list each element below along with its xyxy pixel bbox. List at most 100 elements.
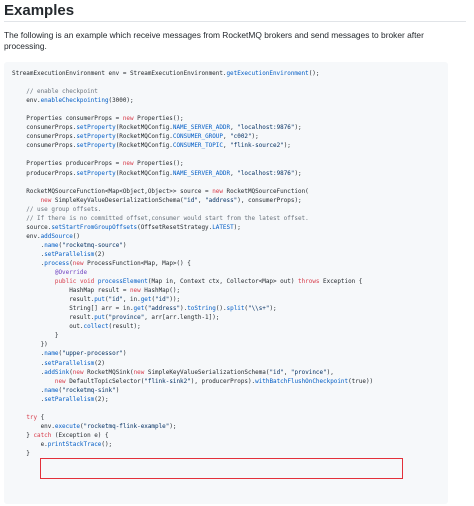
code-line: Properties producerProps = new Propertie… — [12, 159, 373, 168]
code-line: }) — [12, 340, 373, 349]
code-token: name — [44, 350, 59, 358]
code-line: Properties consumerProps = new Propertie… — [12, 114, 373, 123]
code-line: } — [12, 449, 373, 458]
code-token: Properties consumerProps = — [12, 115, 123, 123]
code-token: DefaultTopicSelector( — [65, 377, 145, 385]
code-token: . — [12, 250, 45, 258]
code-token: (2) — [94, 359, 105, 367]
code-token: (); — [308, 70, 320, 77]
code-token: execute — [54, 422, 80, 430]
code-token: Exception { — [319, 278, 363, 286]
code-token: RocketMQSink( — [83, 368, 134, 376]
code-token: () — [72, 232, 80, 240]
code-token: "rocketmq-sink" — [62, 386, 116, 394]
code-token: getExecutionEnvironment — [226, 70, 309, 77]
code-token: ), producerProps). — [190, 377, 256, 385]
code-token: (RocketMQConfig. — [115, 142, 173, 150]
code-token: name — [44, 386, 59, 394]
code-token: new — [72, 368, 84, 376]
code-line: new SimpleKeyValueDeserializationSchema(… — [12, 196, 373, 205]
code-token: collect — [83, 323, 109, 331]
code-token: "id" — [269, 368, 284, 376]
heading-divider — [4, 21, 466, 22]
code-line: .name("rocketmq-source") — [12, 241, 373, 250]
code-token: env. — [12, 422, 55, 430]
code-token: . — [12, 395, 45, 403]
code-token: "id" — [155, 296, 170, 304]
code-token: , — [197, 196, 206, 204]
code-token: setStartFromGroupOffsets — [51, 223, 138, 231]
code-line: // enable checkpoint — [12, 87, 373, 96]
code-token: Properties producerProps = — [12, 160, 123, 168]
code-line: .setParallelism(2) — [12, 359, 373, 368]
code-token: // enable checkpoint — [12, 88, 98, 96]
code-token: source. — [12, 223, 52, 231]
code-line: .process(new ProcessFunction<Map, Map>()… — [12, 259, 373, 268]
code-line: consumerProps.setProperty(RocketMQConfig… — [12, 132, 373, 141]
code-token: CONSUMER_TOPIC — [172, 142, 223, 150]
code-token: . — [12, 259, 45, 267]
code-block[interactable]: StreamExecutionEnvironment env = StreamE… — [4, 62, 448, 504]
code-token: consumerProps. — [12, 133, 77, 141]
code-token: (true)) — [348, 377, 374, 385]
code-line: consumerProps.setProperty(RocketMQConfig… — [12, 141, 373, 150]
code-token: NAME_SERVER_ADDR — [172, 124, 231, 132]
code-token: setProperty — [76, 142, 116, 150]
code-token: ); — [233, 223, 241, 231]
code-token: . — [12, 386, 45, 394]
code-line: public void processElement(Map in, Conte… — [12, 277, 373, 286]
code-line: .addSink(new RocketMQSink(new SimpleKeyV… — [12, 368, 373, 377]
code-line: } catch (Exception e) { — [12, 431, 373, 440]
code-token: put — [94, 296, 105, 304]
code-token: setProperty — [76, 124, 116, 132]
code-token: ), — [326, 368, 334, 376]
code-line: .setParallelism(2) — [12, 250, 373, 259]
code-token: new — [212, 187, 223, 195]
code-token: "upper-processor" — [62, 350, 123, 358]
intro-paragraph: The following is an example which receiv… — [4, 30, 424, 52]
code-token: ); — [283, 142, 291, 150]
code-token: "c002" — [230, 133, 252, 141]
code-token: (OffsetResetStrategy. — [137, 223, 213, 231]
code-token: ) — [115, 386, 120, 394]
code-token: (2); — [94, 395, 109, 403]
code-token: withBatchFlushOnCheckpoint — [255, 377, 349, 385]
code-token: addSink — [44, 368, 70, 376]
code-token: . — [12, 241, 45, 249]
code-token: . — [12, 368, 45, 376]
code-token: name — [44, 241, 59, 249]
code-token: "id" — [108, 296, 123, 304]
code-token: } — [12, 449, 30, 457]
code-token: }) — [12, 341, 48, 349]
code-token: setParallelism — [44, 395, 95, 403]
code-token: ProcessFunction<Map, Map>() { — [83, 259, 191, 267]
code-token: (). — [215, 305, 227, 313]
code-token: (Exception e) { — [51, 431, 109, 439]
code-token: catch — [33, 431, 52, 439]
code-token: SimpleKeyValueSerializationSchema( — [144, 368, 270, 376]
code-line: RocketMQSourceFunction<Map<Object,Object… — [12, 187, 373, 196]
code-token: (); — [101, 440, 113, 448]
code-token: RocketMQSourceFunction<Map<Object,Object… — [12, 187, 213, 195]
section-heading: Examples — [4, 2, 75, 19]
code-token: e. — [12, 440, 48, 448]
code-token: StreamExecutionEnvironment env = StreamE… — [12, 70, 227, 77]
code-line: .setParallelism(2); — [12, 395, 373, 404]
code-line: new DefaultTopicSelector("flink-sink2"),… — [12, 377, 373, 386]
code-token: throws — [298, 278, 320, 286]
code-token: env. — [12, 232, 41, 240]
code-token: processElement — [97, 278, 148, 286]
code-line: source.setStartFromGroupOffsets(OffsetRe… — [12, 223, 373, 232]
code-token: "flink-sink2" — [144, 377, 191, 385]
code-token: ); — [251, 133, 259, 141]
code-token: split — [226, 305, 245, 313]
code-token: , — [283, 368, 291, 376]
